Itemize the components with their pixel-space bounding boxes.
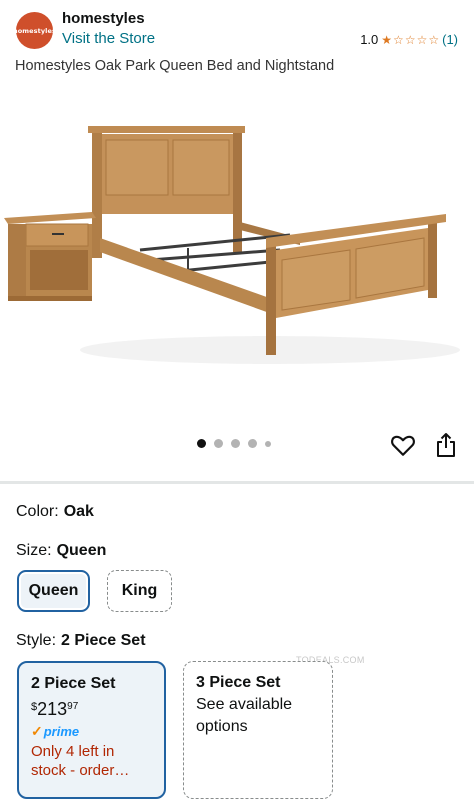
style-row: Style: 2 Piece Set — [16, 632, 146, 650]
visit-store-link[interactable]: Visit the Store — [62, 30, 155, 47]
brand-logo-text: homestyles — [13, 26, 56, 35]
size-label: Size: — [16, 542, 52, 559]
rating-count-link[interactable]: (1) — [442, 32, 458, 47]
share-icon[interactable] — [434, 432, 458, 458]
carousel-dot[interactable] — [265, 440, 271, 447]
style-label: Style: — [16, 632, 57, 649]
star-empty-icon: ☆ — [428, 32, 440, 47]
store-header: homestyles homestyles Visit the Store 1.… — [0, 0, 474, 56]
rating-value: 1.0 — [360, 32, 379, 47]
star-empty-icon: ☆ — [416, 32, 428, 47]
price-fraction: 97 — [67, 701, 79, 712]
style-option-title: 3 Piece Set — [196, 674, 281, 691]
check-icon: ✓ — [31, 723, 43, 739]
size-option-king[interactable]: King — [107, 570, 172, 612]
star-empty-icon: ☆ — [393, 32, 404, 47]
carousel-dot[interactable] — [197, 439, 206, 448]
carousel-dot[interactable] — [231, 439, 240, 448]
color-row: Color: Oak — [16, 503, 94, 521]
star-rating: ★ ☆ ☆ ☆ ☆ — [381, 34, 439, 46]
heart-icon[interactable] — [390, 432, 416, 458]
style-value: 2 Piece Set — [61, 632, 146, 649]
style-option-subtitle: See available options — [196, 696, 293, 735]
style-option-title: 2 Piece Set — [31, 675, 116, 692]
prime-label: prime — [43, 724, 80, 739]
prime-badge: ✓ prime — [31, 723, 152, 740]
style-option-2-piece[interactable]: 2 Piece Set $213 97 ✓ prime Only 4 left in… — [17, 661, 166, 799]
color-label: Color: — [16, 503, 59, 520]
section-divider — [0, 481, 474, 484]
size-option-queen[interactable]: Queen — [17, 570, 90, 612]
carousel-dot[interactable] — [248, 439, 257, 448]
price: $213 97 — [31, 699, 152, 720]
color-value: Oak — [63, 503, 94, 520]
stock-status: Only 4 left in stock - order… — [31, 743, 130, 779]
star-filled-icon: ★ — [381, 32, 393, 47]
carousel-dot[interactable] — [214, 439, 223, 448]
image-carousel-dots[interactable] — [197, 439, 271, 448]
size-value: Queen — [56, 542, 107, 559]
star-empty-icon: ☆ — [404, 32, 416, 47]
product-title: Homestyles Oak Park Queen Bed and Nights… — [15, 58, 335, 74]
brand-name[interactable]: homestyles — [62, 10, 145, 27]
price-whole: 213 — [37, 699, 68, 719]
rating-summary[interactable]: 1.0 ★ ☆ ☆ ☆ ☆ (1) — [360, 32, 458, 47]
size-row: Size: Queen — [16, 542, 106, 560]
product-image[interactable] — [0, 110, 474, 410]
brand-logo[interactable]: homestyles — [13, 12, 56, 49]
style-option-3-piece[interactable]: 3 Piece Set See available options — [183, 661, 333, 799]
